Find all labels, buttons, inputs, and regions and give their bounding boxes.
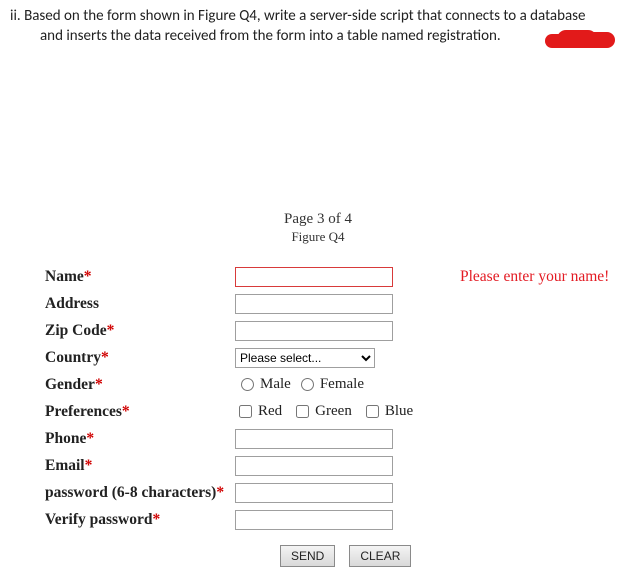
label-name: Name*: [45, 268, 235, 286]
row-preferences: Preferences* Red Green Blue: [45, 398, 636, 425]
required-marker: *: [216, 484, 224, 501]
gender-radio-group: Male Female: [235, 376, 364, 393]
label-zip: Zip Code*: [45, 322, 235, 340]
registration-form: Name* Please enter your name! Address: [0, 263, 636, 567]
label-phone-text: Phone: [45, 430, 86, 447]
label-country-text: Country: [45, 349, 101, 366]
password-input[interactable]: [235, 483, 393, 503]
label-preferences: Preferences*: [45, 403, 235, 421]
required-marker: *: [85, 457, 93, 474]
row-name: Name* Please enter your name!: [45, 263, 636, 290]
row-address: Address: [45, 290, 636, 317]
zip-input[interactable]: [235, 321, 393, 341]
pref-blue-checkbox[interactable]: [366, 405, 379, 418]
label-phone: Phone*: [45, 430, 235, 448]
verify-password-input[interactable]: [235, 510, 393, 530]
required-marker: *: [86, 430, 94, 447]
row-zip: Zip Code*: [45, 317, 636, 344]
label-email: Email*: [45, 457, 235, 475]
row-password: password (6-8 characters)*: [45, 479, 636, 506]
row-email: Email*: [45, 452, 636, 479]
button-row: SEND CLEAR: [45, 533, 636, 567]
row-phone: Phone*: [45, 425, 636, 452]
row-verify: Verify password*: [45, 506, 636, 533]
pref-blue-label: Blue: [385, 403, 413, 420]
question-text: ii. Based on the form shown in Figure Q4…: [0, 0, 636, 47]
pref-red-label: Red: [258, 403, 282, 420]
figure-header: Page 3 of 4 Figure Q4: [0, 210, 636, 245]
phone-input[interactable]: [235, 429, 393, 449]
required-marker: *: [95, 376, 103, 393]
label-preferences-text: Preferences: [45, 403, 122, 420]
label-verify-text: Verify password: [45, 511, 153, 528]
name-input[interactable]: [235, 267, 393, 287]
question-line2: and inserts the data received from the f…: [10, 26, 626, 46]
send-button[interactable]: SEND: [280, 545, 335, 567]
question-marker: ii.: [10, 7, 21, 25]
annotation-scribble: [545, 30, 615, 50]
country-select[interactable]: Please select...: [235, 348, 375, 368]
pref-green-checkbox[interactable]: [296, 405, 309, 418]
gender-male-radio[interactable]: [241, 378, 254, 391]
email-input[interactable]: [235, 456, 393, 476]
required-marker: *: [107, 322, 115, 339]
question-line1: Based on the form shown in Figure Q4, wr…: [24, 7, 585, 25]
label-name-text: Name: [45, 268, 84, 285]
gender-female-radio[interactable]: [301, 378, 314, 391]
name-error-message: Please enter your name!: [435, 268, 609, 286]
required-marker: *: [122, 403, 130, 420]
label-address-text: Address: [45, 295, 99, 312]
pager-text: Page 3 of 4: [0, 210, 636, 229]
gender-female-label: Female: [320, 376, 364, 393]
preferences-check-group: Red Green Blue: [235, 403, 413, 420]
label-email-text: Email: [45, 457, 85, 474]
label-country: Country*: [45, 349, 235, 367]
label-password-text: password (6-8 characters): [45, 484, 216, 501]
pref-green-label: Green: [315, 403, 352, 420]
label-zip-text: Zip Code: [45, 322, 107, 339]
required-marker: *: [101, 349, 109, 366]
gender-male-label: Male: [260, 376, 291, 393]
figure-area: Page 3 of 4 Figure Q4 Name* Please enter…: [0, 210, 636, 567]
label-gender-text: Gender: [45, 376, 95, 393]
pref-red-checkbox[interactable]: [239, 405, 252, 418]
row-gender: Gender* Male Female: [45, 371, 636, 398]
clear-button[interactable]: CLEAR: [349, 545, 411, 567]
label-verify: Verify password*: [45, 511, 235, 529]
required-marker: *: [84, 268, 92, 285]
address-input[interactable]: [235, 294, 393, 314]
page-container: ii. Based on the form shown in Figure Q4…: [0, 0, 636, 577]
label-gender: Gender*: [45, 376, 235, 394]
label-password: password (6-8 characters)*: [45, 484, 235, 502]
label-address: Address: [45, 295, 235, 313]
row-country: Country* Please select...: [45, 344, 636, 371]
required-marker: *: [153, 511, 161, 528]
figure-caption: Figure Q4: [0, 229, 636, 245]
